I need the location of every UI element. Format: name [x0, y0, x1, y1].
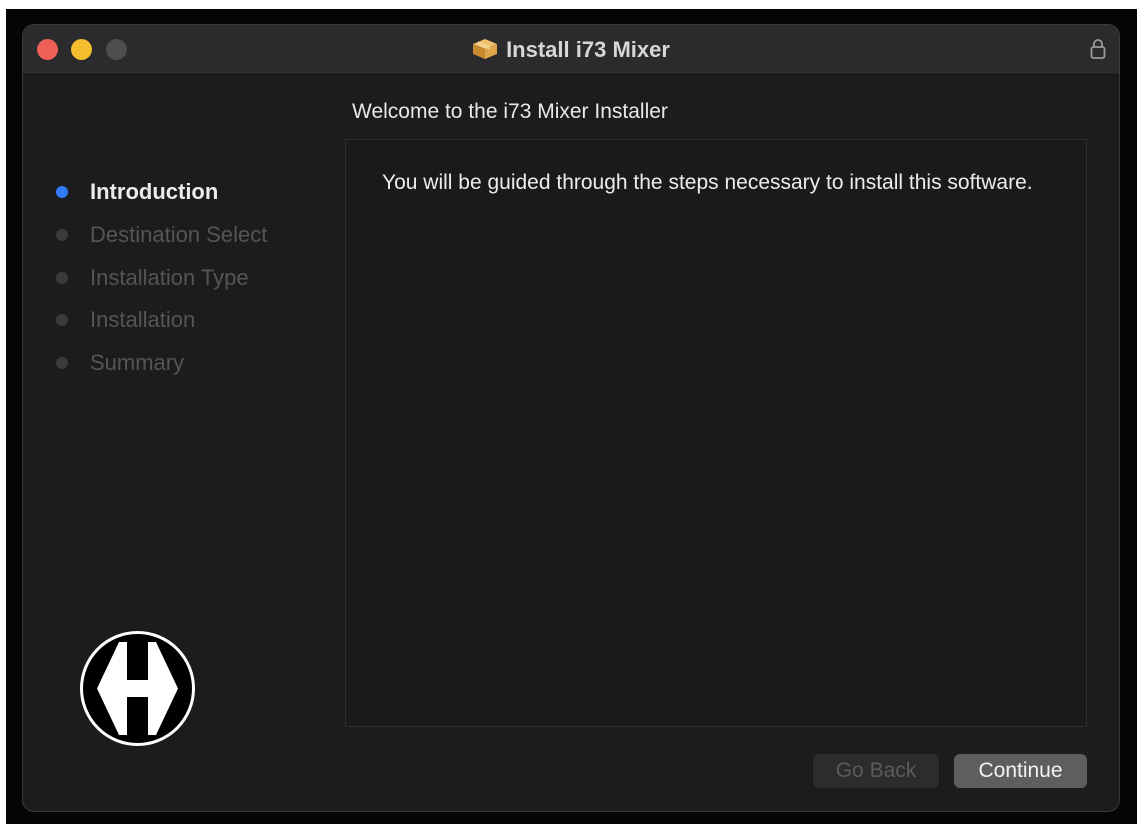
- content-panel: You will be guided through the steps nec…: [345, 139, 1087, 727]
- steps-sidebar: Introduction Destination Select Installa…: [23, 75, 343, 811]
- step-label: Installation Type: [90, 265, 249, 290]
- step-destination-select: Destination Select: [56, 220, 267, 250]
- step-indicator-dot: [56, 357, 68, 369]
- step-indicator-dot: [56, 272, 68, 284]
- page-heading: Welcome to the i73 Mixer Installer: [352, 100, 668, 123]
- harrison-logo: [80, 631, 195, 746]
- intro-text: You will be guided through the steps nec…: [382, 171, 1033, 194]
- step-label: Introduction: [90, 179, 219, 204]
- installer-window: Install i73 Mixer Introduction Destinati…: [22, 24, 1120, 812]
- title-bar[interactable]: Install i73 Mixer: [23, 25, 1119, 75]
- package-icon: [473, 39, 498, 59]
- continue-button[interactable]: Continue: [954, 754, 1087, 788]
- step-summary: Summary: [56, 348, 184, 378]
- lock-icon: [1090, 39, 1106, 59]
- go-back-button: Go Back: [813, 754, 939, 788]
- step-label: Summary: [90, 350, 185, 375]
- step-label: Installation: [90, 307, 196, 332]
- window-title-group: Install i73 Mixer: [23, 25, 1119, 75]
- step-indicator-dot: [56, 186, 68, 198]
- screen: Install i73 Mixer Introduction Destinati…: [0, 0, 1143, 827]
- step-installation: Installation: [56, 305, 195, 335]
- step-label: Destination Select: [90, 222, 268, 247]
- step-indicator-dot: [56, 314, 68, 326]
- window-title: Install i73 Mixer: [506, 37, 670, 62]
- step-installation-type: Installation Type: [56, 263, 249, 293]
- step-indicator-dot: [56, 229, 68, 241]
- step-introduction: Introduction: [56, 177, 218, 207]
